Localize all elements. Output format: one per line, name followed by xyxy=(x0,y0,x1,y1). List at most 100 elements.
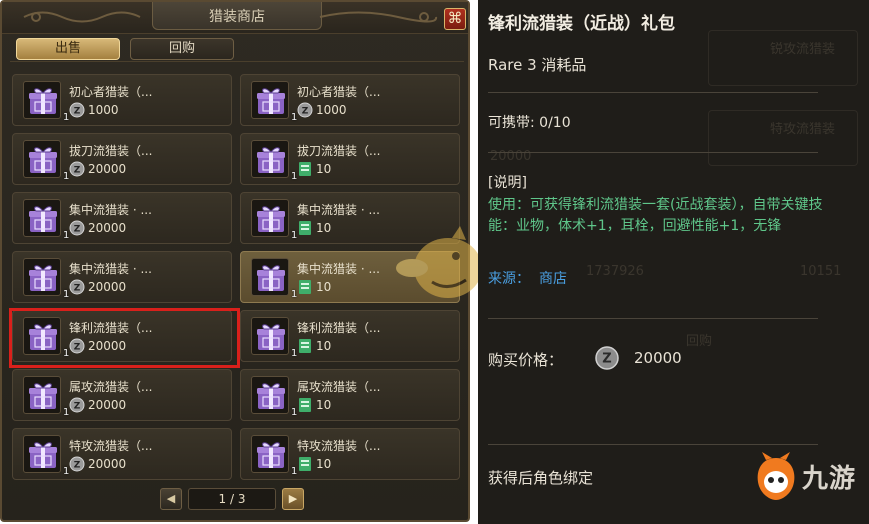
shop-item-slot[interactable]: 1 集中流猎装 · ... Z 20000 xyxy=(12,251,232,303)
tooltip-description: 使用：可获得锋利流猎装一套(近战套装），自带关键技能：业物，体术+1，耳栓，回避… xyxy=(488,197,823,234)
brand-watermark: 九游 xyxy=(752,452,868,510)
item-icon-frame: 1 xyxy=(23,258,69,300)
item-price: 10 xyxy=(316,398,332,412)
tooltip-price: 20000 xyxy=(634,349,682,367)
zenny-coin-icon: Z xyxy=(69,220,85,236)
item-icon-frame: 1 xyxy=(23,199,69,241)
ghost-text: 特攻流猎装 xyxy=(770,122,836,137)
shop-item-slot[interactable]: 1 拔刀流猎装（... 10 xyxy=(240,133,460,185)
shop-title: 猎装商店 xyxy=(209,9,265,25)
item-icon-frame: 1 xyxy=(251,199,297,241)
tab-buyback[interactable]: 回购 xyxy=(130,38,234,60)
divider xyxy=(488,444,818,445)
shop-item-slot[interactable]: 1 特攻流猎装（... 10 xyxy=(240,428,460,480)
page-indicator: 1 / 3 xyxy=(188,488,276,510)
shop-item-slot[interactable]: 1 锋利流猎装（... 10 xyxy=(240,310,460,362)
close-icon: ⌘ xyxy=(447,9,463,27)
item-price: 20000 xyxy=(88,280,127,294)
shop-item-slot[interactable]: 1 集中流猎装 · ... Z 20000 xyxy=(12,192,232,244)
item-name: 初心者猎装（... xyxy=(297,85,381,99)
zenny-coin-icon: Z xyxy=(69,279,85,295)
gift-box-icon xyxy=(257,147,285,173)
svg-text:Z: Z xyxy=(74,166,81,176)
shop-title-plate: 猎装商店 xyxy=(152,2,322,30)
item-name: 拔刀流猎装（... xyxy=(69,144,153,158)
item-name: 初心者猎装（... xyxy=(69,85,153,99)
gift-box-icon xyxy=(29,442,57,468)
prev-page-button[interactable]: ◀ xyxy=(160,488,182,510)
shop-item-slot[interactable]: 1 属攻流猎装（... 10 xyxy=(240,369,460,421)
item-name: 集中流猎装 · ... xyxy=(297,203,380,217)
svg-text:Z: Z xyxy=(74,461,81,471)
ghost-text: 锐攻流猎装 xyxy=(770,42,836,57)
svg-text:Z: Z xyxy=(74,402,81,412)
brand-logo-icon xyxy=(757,452,795,500)
gift-box-icon xyxy=(257,324,285,350)
svg-text:Z: Z xyxy=(302,107,309,117)
hunter-ticket-icon xyxy=(299,398,311,412)
ornament-right-icon xyxy=(319,11,438,23)
ornament-left-icon xyxy=(23,11,141,23)
zenny-coin-icon: Z xyxy=(69,397,85,413)
zenny-coin-icon: Z xyxy=(595,346,619,370)
zenny-coin-icon: Z xyxy=(69,456,85,472)
hunter-ticket-icon xyxy=(299,162,311,176)
close-button[interactable]: ⌘ xyxy=(444,8,466,30)
svg-text:Z: Z xyxy=(74,107,81,117)
item-price: 20000 xyxy=(88,398,127,412)
tab-sell[interactable]: 出售 xyxy=(16,38,120,60)
item-icon-frame: 1 xyxy=(23,140,69,182)
tooltip-description-heading: [说明] xyxy=(488,175,527,191)
item-icon-frame: 1 xyxy=(251,435,297,477)
tooltip-carry-limit: 可携带: 0/10 xyxy=(488,115,571,131)
shop-item-slot[interactable]: 1 拔刀流猎装（... Z 20000 xyxy=(12,133,232,185)
gift-box-icon xyxy=(29,383,57,409)
item-price: 10 xyxy=(316,339,332,353)
ghost-text: 10151 xyxy=(800,264,842,279)
item-name: 特攻流猎装（... xyxy=(297,439,381,453)
shop-item-slot[interactable]: 1 属攻流猎装（... Z 20000 xyxy=(12,369,232,421)
item-name: 属攻流猎装（... xyxy=(297,380,381,394)
next-page-button[interactable]: ▶ xyxy=(282,488,304,510)
gift-box-icon xyxy=(29,88,57,114)
brand-text: 九游 xyxy=(802,464,857,494)
ghost-text: 回购 xyxy=(686,334,713,349)
svg-text:Z: Z xyxy=(74,284,81,294)
item-price: 10 xyxy=(316,280,332,294)
svg-text:Z: Z xyxy=(602,352,611,367)
shop-header: 猎装商店 ⌘ xyxy=(2,2,468,34)
shop-item-slot[interactable]: 1 特攻流猎装（... Z 20000 xyxy=(12,428,232,480)
tooltip-bind-note: 获得后角色绑定 xyxy=(488,469,594,487)
selection-highlight xyxy=(9,308,240,368)
item-price: 10 xyxy=(316,221,332,235)
gift-box-icon xyxy=(257,383,285,409)
item-icon-frame: 1 xyxy=(251,140,297,182)
item-icon-frame: 1 xyxy=(23,81,69,123)
gift-box-icon xyxy=(257,88,285,114)
item-price: 1000 xyxy=(88,103,119,117)
item-price: 20000 xyxy=(88,162,127,176)
gift-box-icon xyxy=(29,206,57,232)
gift-box-icon xyxy=(29,147,57,173)
zenny-coin-icon: Z xyxy=(69,161,85,177)
mascot-watermark-icon xyxy=(396,226,482,298)
item-name: 锋利流猎装（... xyxy=(297,321,381,335)
gift-box-icon xyxy=(257,442,285,468)
tooltip-source-value: 商店 xyxy=(539,271,567,287)
gift-box-icon xyxy=(257,206,285,232)
item-name: 属攻流猎装（... xyxy=(69,380,153,394)
shop-item-slot[interactable]: 1 初心者猎装（... Z 1000 xyxy=(240,74,460,126)
pagination: ◀ 1 / 3 ▶ xyxy=(160,488,310,510)
divider xyxy=(488,152,818,153)
hunter-ticket-icon xyxy=(299,221,311,235)
hunter-ticket-icon xyxy=(299,339,311,353)
gift-box-icon xyxy=(257,265,285,291)
divider xyxy=(488,318,818,319)
tooltip-rarity: Rare 3 消耗品 xyxy=(488,56,587,74)
svg-text:Z: Z xyxy=(74,225,81,235)
item-icon-frame: 1 xyxy=(251,81,297,123)
shop-item-slot[interactable]: 1 初心者猎装（... Z 1000 xyxy=(12,74,232,126)
tooltip-price-label: 购买价格： xyxy=(488,351,564,369)
hunter-ticket-icon xyxy=(299,457,311,471)
gift-box-icon xyxy=(29,265,57,291)
